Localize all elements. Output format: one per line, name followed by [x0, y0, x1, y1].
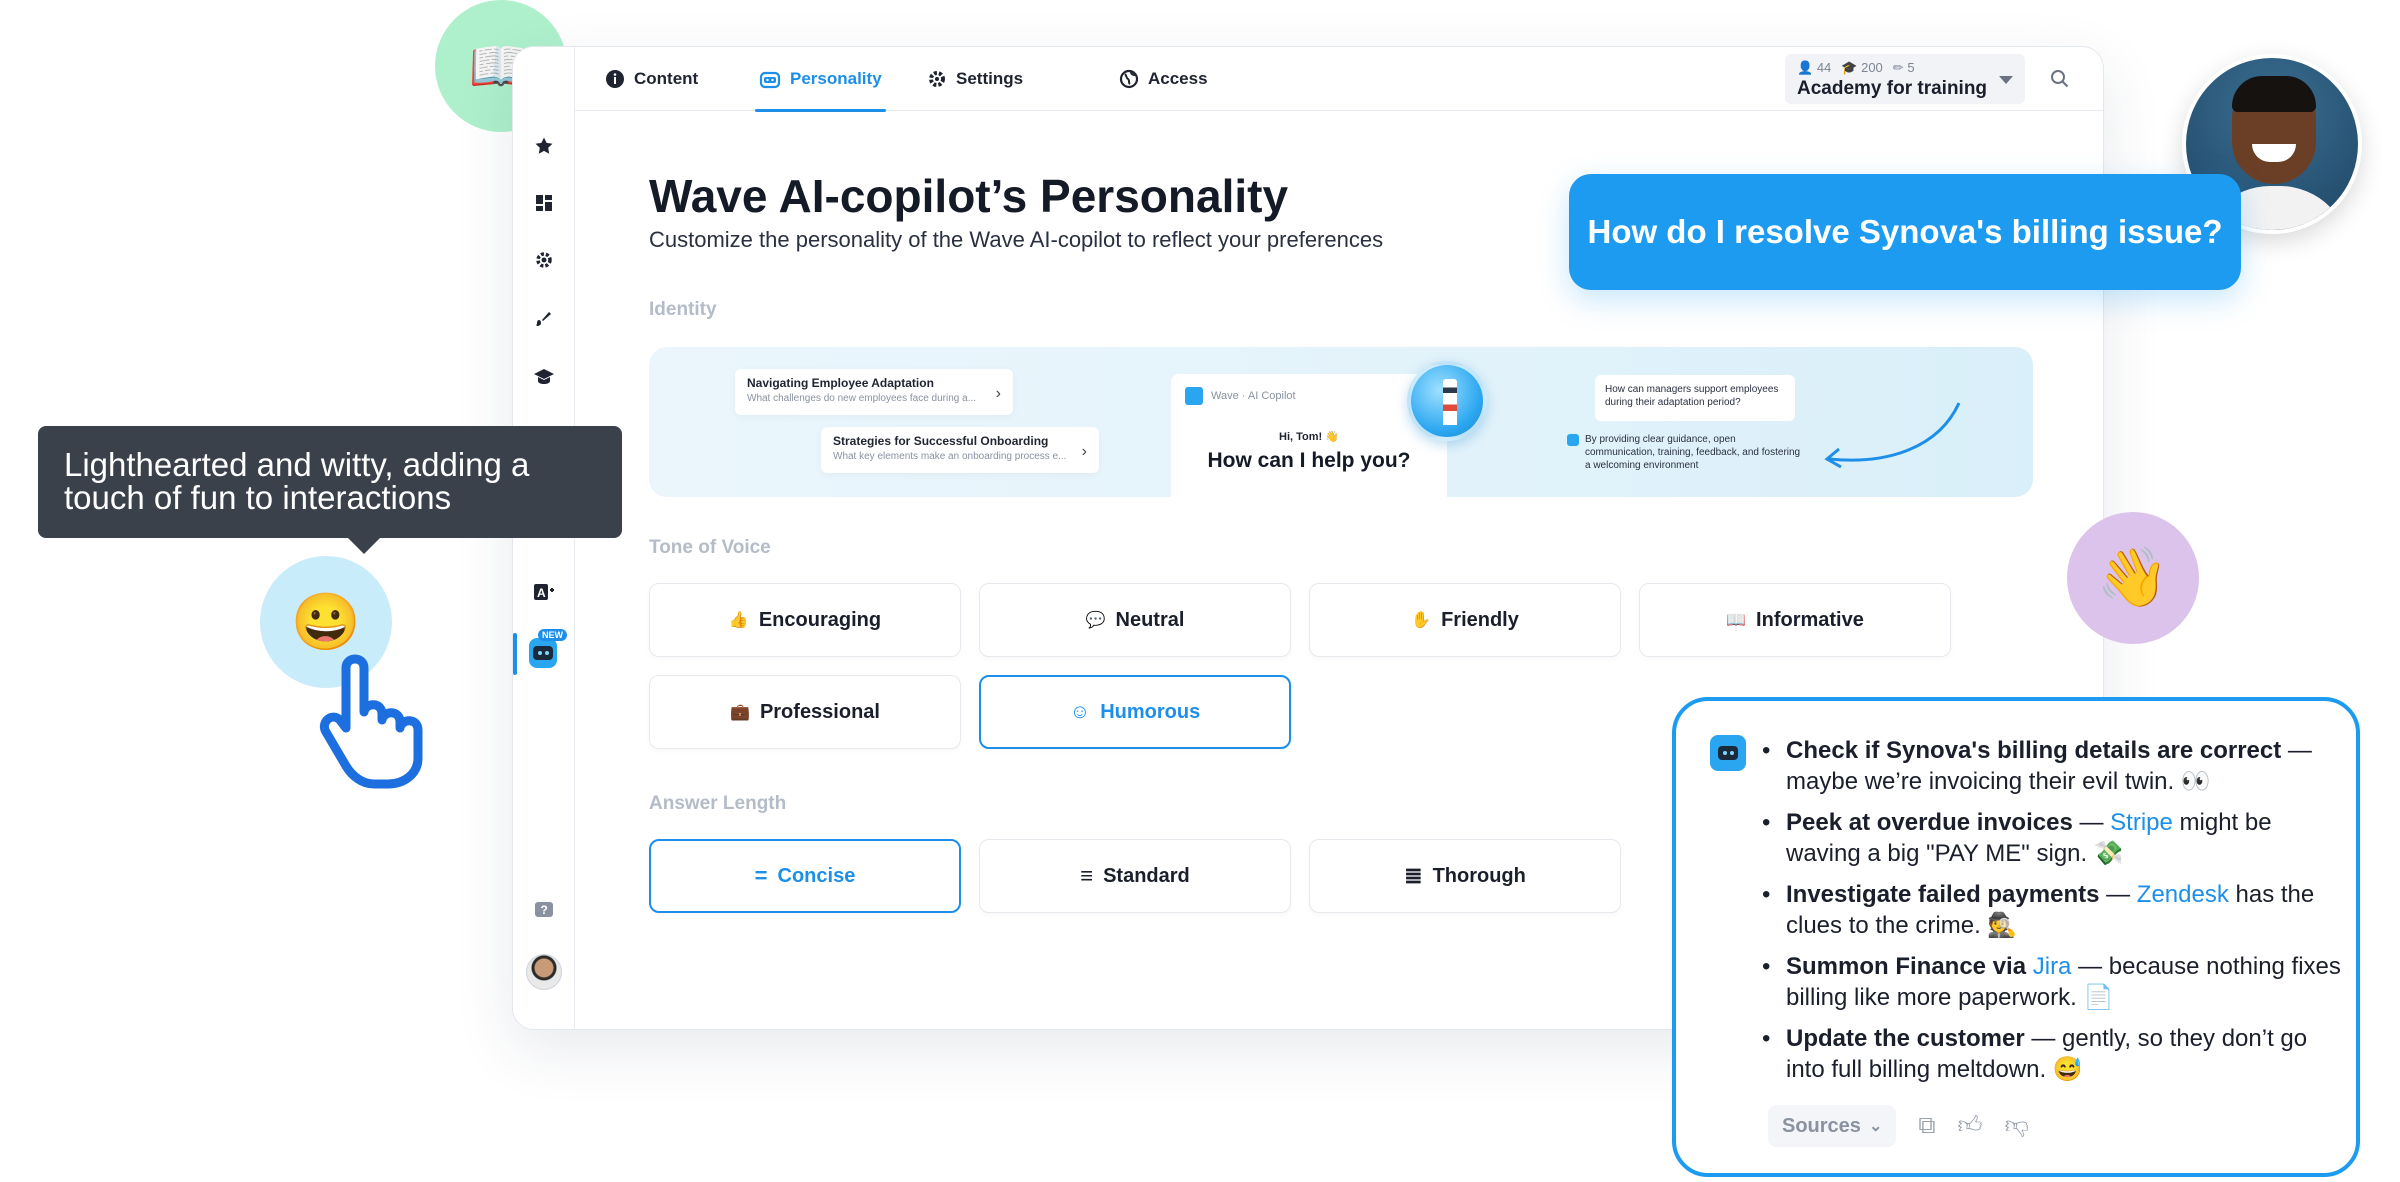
courses-count: 🎓 200 — [1841, 60, 1883, 75]
medium-lines-icon: ≡ — [1080, 863, 1094, 888]
robot-icon — [1567, 434, 1579, 446]
preview-eye-icon[interactable] — [2103, 65, 2104, 93]
help-icon[interactable]: ? — [530, 897, 558, 925]
dashboard-icon[interactable] — [530, 189, 558, 217]
thumbs-up-icon[interactable]: 👍︎ — [1957, 1112, 1982, 1140]
answer-list: Check if Synova's billing details are co… — [1762, 735, 2346, 1095]
tab-settings[interactable]: Settings — [927, 47, 1023, 111]
active-indicator — [513, 633, 517, 675]
copy-icon[interactable]: ⧉ — [1918, 1112, 1935, 1140]
length-option-standard[interactable]: ≡ Standard — [979, 839, 1291, 913]
robot-icon — [759, 71, 781, 89]
org-stats: 👤 44 🎓 200 ✏ 5 — [1797, 60, 2013, 76]
gear-icon — [929, 71, 945, 87]
search-icon[interactable] — [2046, 65, 2074, 93]
globe-icon — [1119, 69, 1139, 89]
copilot-answer-card: Check if Synova's billing details are co… — [1672, 697, 2360, 1177]
sample-answer: By providing clear guidance, open commun… — [1567, 433, 1807, 472]
chevron-down-icon: ⌄ — [1868, 1118, 1883, 1135]
tone-option-professional[interactable]: 💼 Professional — [649, 675, 961, 749]
members-count: 👤 44 — [1797, 60, 1832, 75]
tone-tooltip: Lighthearted and witty, adding a touch o… — [38, 426, 622, 554]
long-lines-icon: ≣ — [1404, 863, 1423, 888]
new-badge: NEW — [538, 629, 567, 641]
smile-emoji-icon: 😀 — [291, 590, 361, 653]
star-icon[interactable] — [530, 132, 558, 160]
hand-cursor-icon — [320, 654, 423, 789]
top-bar: Content Personality Settings Access 👤 44… — [575, 47, 2104, 112]
chevron-down-icon — [1999, 76, 2013, 84]
tone-option-informative[interactable]: 📖 Informative — [1639, 583, 1951, 657]
answer-item: Summon Finance via Jira — because nothin… — [1762, 951, 2346, 1013]
answer-item: Update the customer — gently, so they do… — [1762, 1023, 2346, 1085]
robot-icon — [1185, 387, 1203, 405]
user-question-bubble: How do I resolve Synova's billing issue? — [1569, 174, 2241, 290]
tone-option-encouraging[interactable]: 👍 Encouraging — [649, 583, 961, 657]
answer-footer: Sources ⌄ ⧉ 👍︎ 👎︎ — [1768, 1105, 2029, 1147]
sidebar: A NEW ? — [513, 47, 575, 1029]
suggestion-card-onboarding: Strategies for Successful Onboarding Wha… — [821, 427, 1099, 473]
lighthouse-avatar — [1407, 361, 1487, 441]
length-option-concise[interactable]: = Concise — [649, 839, 961, 913]
answer-item: Investigate failed payments — Zendesk ha… — [1762, 879, 2346, 941]
briefcase-icon: 💼 — [730, 704, 750, 721]
copilot-nav-item[interactable]: NEW — [529, 629, 567, 668]
organization-selector[interactable]: 👤 44 🎓 200 ✏ 5 Academy for training — [1785, 54, 2025, 104]
sources-button[interactable]: Sources ⌄ — [1768, 1105, 1897, 1147]
thumbs-up-icon: 👍 — [728, 612, 749, 629]
wave-decoration: 👋 — [2067, 512, 2199, 644]
svg-text:?: ? — [541, 903, 548, 917]
zendesk-link[interactable]: Zendesk — [2137, 881, 2229, 908]
chat-icon: 💬 — [1085, 612, 1106, 629]
answer-item: Peek at overdue invoices — Stripe might … — [1762, 807, 2346, 869]
hand-icon: ✋ — [1411, 612, 1432, 629]
length-option-thorough[interactable]: ≣ Thorough — [1309, 839, 1621, 913]
robot-icon — [1710, 735, 1746, 771]
info-icon — [606, 70, 624, 88]
chevron-right-icon: › — [1081, 443, 1087, 460]
identity-label: Identity — [649, 299, 717, 320]
copilot-greeting-card: Wave · AI Copilot Hi, Tom! 👋 How can I h… — [1171, 374, 1447, 497]
user-avatar[interactable] — [525, 953, 563, 991]
tab-personality[interactable]: Personality — [755, 47, 886, 112]
tab-access[interactable]: Access — [1119, 47, 1208, 111]
suggestion-card-adaptation: Navigating Employee Adaptation What chal… — [735, 369, 1013, 415]
translate-icon[interactable]: A — [530, 579, 558, 607]
thumbs-down-icon[interactable]: 👎︎ — [2005, 1112, 2029, 1140]
smile-icon: ☺ — [1069, 700, 1091, 723]
settings-icon[interactable] — [530, 246, 558, 274]
arrow-decoration — [1824, 402, 1961, 469]
chevron-right-icon: › — [995, 385, 1001, 402]
short-lines-icon: = — [754, 863, 768, 888]
tone-of-voice-label: Tone of Voice — [649, 537, 771, 558]
stripe-link[interactable]: Stripe — [2110, 809, 2173, 836]
page-title: Wave AI-copilot’s Personality — [649, 170, 1289, 222]
answer-length-label: Answer Length — [649, 793, 787, 814]
brush-icon[interactable] — [530, 305, 558, 333]
graduation-cap-icon[interactable] — [530, 363, 558, 391]
org-name: Academy for training — [1797, 78, 1988, 99]
answer-item: Check if Synova's billing details are co… — [1762, 735, 2346, 797]
tone-option-humorous[interactable]: ☺ Humorous — [979, 675, 1291, 749]
tone-option-friendly[interactable]: ✋ Friendly — [1309, 583, 1621, 657]
sample-question: How can managers support employees durin… — [1595, 375, 1795, 421]
editors-count: ✏ 5 — [1892, 60, 1915, 75]
identity-preview[interactable]: Navigating Employee Adaptation What chal… — [649, 347, 2033, 497]
tab-content[interactable]: Content — [605, 47, 698, 111]
waving-hand-icon: 👋 — [2096, 545, 2170, 610]
robot-icon: NEW — [529, 629, 567, 668]
page-subtitle: Customize the personality of the Wave AI… — [649, 227, 1384, 252]
svg-text:A: A — [537, 586, 546, 600]
jira-link[interactable]: Jira — [2033, 953, 2072, 980]
book-icon: 📖 — [1726, 612, 1747, 629]
tone-option-neutral[interactable]: 💬 Neutral — [979, 583, 1291, 657]
